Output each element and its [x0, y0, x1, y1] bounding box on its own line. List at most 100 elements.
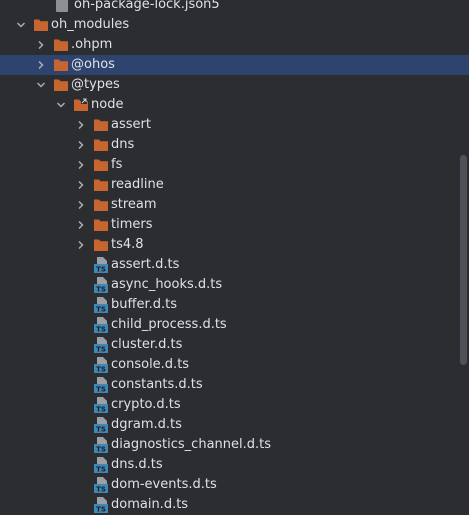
typescript-file-icon: TS — [93, 417, 109, 433]
tree-row-dom-events-d-ts[interactable]: TS dom-events.d.ts — [0, 475, 469, 495]
svg-text:TS: TS — [96, 486, 106, 494]
tree-row-label: child_process.d.ts — [111, 317, 227, 332]
typescript-file-icon: TS — [93, 437, 109, 453]
tree-row-label: oh_modules — [51, 17, 130, 32]
typescript-file-icon: TS — [93, 397, 109, 413]
chevron-down-icon[interactable] — [14, 15, 28, 35]
chevron-down-icon[interactable] — [34, 75, 48, 95]
tree-row-async-hooks-d-ts[interactable]: TS async_hooks.d.ts — [0, 275, 469, 295]
tree-row-label: node — [91, 97, 124, 112]
folder-icon — [53, 78, 69, 92]
chevron-right-icon[interactable] — [34, 55, 48, 75]
folder-icon — [93, 218, 109, 232]
tree-row-label: ts4.8 — [111, 237, 144, 252]
tree-row-label: @ohos — [71, 57, 115, 72]
folder-icon — [93, 198, 109, 212]
chevron-down-icon[interactable] — [54, 95, 68, 115]
typescript-file-icon: TS — [93, 357, 109, 373]
tree-row-buffer-d-ts[interactable]: TS buffer.d.ts — [0, 295, 469, 315]
folder-icon — [93, 118, 109, 132]
folder-icon — [93, 138, 109, 152]
typescript-file-icon: TS — [93, 257, 109, 273]
tree-row-label: cluster.d.ts — [111, 337, 183, 352]
tree-row-cluster-d-ts[interactable]: TS cluster.d.ts — [0, 335, 469, 355]
typescript-file-icon: TS — [93, 297, 109, 313]
tree-row-label: buffer.d.ts — [111, 297, 177, 312]
tree-row-console-d-ts[interactable]: TS console.d.ts — [0, 355, 469, 375]
tree-row-label: fs — [111, 157, 123, 172]
typescript-file-icon: TS — [93, 457, 109, 473]
folder-icon — [33, 18, 49, 32]
chevron-right-icon[interactable] — [34, 35, 48, 55]
tree-row-dns[interactable]: dns — [0, 135, 469, 155]
chevron-right-icon[interactable] — [74, 175, 88, 195]
folder-icon — [53, 58, 69, 72]
tree-row-label: @types — [71, 77, 120, 92]
tree-row-dgram-d-ts[interactable]: TS dgram.d.ts — [0, 415, 469, 435]
svg-text:TS: TS — [96, 506, 106, 514]
tree-row-fs[interactable]: fs — [0, 155, 469, 175]
folder-icon — [53, 38, 69, 52]
tree-row-types[interactable]: @types — [0, 75, 469, 95]
tree-row-timers[interactable]: timers — [0, 215, 469, 235]
vertical-scrollbar[interactable] — [460, 155, 467, 365]
typescript-file-icon: TS — [93, 277, 109, 293]
tree-row-label: timers — [111, 217, 153, 232]
svg-text:TS: TS — [96, 266, 106, 274]
svg-text:TS: TS — [96, 406, 106, 414]
folder-icon — [93, 158, 109, 172]
tree-row-dns-d-ts[interactable]: TS dns.d.ts — [0, 455, 469, 475]
project-tree: oh-package-lock.json5 oh_modules .ohpm @oh… — [0, 0, 469, 515]
svg-text:TS: TS — [96, 286, 106, 294]
chevron-right-icon[interactable] — [74, 215, 88, 235]
tree-row-ohos[interactable]: @ohos — [0, 55, 469, 75]
tree-row-diagnostics-channel-d-ts[interactable]: TS diagnostics_channel.d.ts — [0, 435, 469, 455]
chevron-right-icon[interactable] — [74, 195, 88, 215]
tree-row-node[interactable]: node — [0, 95, 469, 115]
tree-row-readline[interactable]: readline — [0, 175, 469, 195]
tree-row-label: async_hooks.d.ts — [111, 277, 223, 292]
tree-row-label: dns.d.ts — [111, 457, 163, 472]
tree-row-label: assert.d.ts — [111, 257, 180, 272]
tree-row-child-process-d-ts[interactable]: TS child_process.d.ts — [0, 315, 469, 335]
tree-row-label: console.d.ts — [111, 357, 190, 372]
svg-text:TS: TS — [96, 466, 106, 474]
chevron-right-icon[interactable] — [74, 115, 88, 135]
tree-row-label: .ohpm — [71, 37, 113, 52]
chevron-right-icon[interactable] — [74, 155, 88, 175]
typescript-file-icon: TS — [93, 337, 109, 353]
svg-text:TS: TS — [96, 366, 106, 374]
tree-row-label: dom-events.d.ts — [111, 477, 217, 492]
folder-icon — [93, 238, 109, 252]
tree-row-label: constants.d.ts — [111, 377, 203, 392]
chevron-right-icon[interactable] — [74, 235, 88, 255]
chevron-right-icon[interactable] — [74, 135, 88, 155]
typescript-file-icon: TS — [93, 317, 109, 333]
svg-text:TS: TS — [96, 346, 106, 354]
tree-row-oh-modules[interactable]: oh_modules — [0, 15, 469, 35]
tree-row-ohpm[interactable]: .ohpm — [0, 35, 469, 55]
svg-text:TS: TS — [96, 426, 106, 434]
svg-text:TS: TS — [96, 386, 106, 394]
tree-row-stream[interactable]: stream — [0, 195, 469, 215]
tree-row-label: domain.d.ts — [111, 497, 189, 512]
tree-row-ts4-8[interactable]: ts4.8 — [0, 235, 469, 255]
tree-row-label: readline — [111, 177, 164, 192]
tree-row-partial[interactable]: oh-package-lock.json5 — [0, 0, 469, 15]
tree-row-label: dgram.d.ts — [111, 417, 182, 432]
folder-icon — [93, 178, 109, 192]
tree-row-assert[interactable]: assert — [0, 115, 469, 135]
typescript-file-icon: TS — [93, 377, 109, 393]
typescript-file-icon: TS — [93, 477, 109, 493]
tree-row-assert-d-ts[interactable]: TS assert.d.ts — [0, 255, 469, 275]
tree-row-label: diagnostics_channel.d.ts — [111, 437, 272, 452]
json-file-icon — [54, 0, 70, 12]
tree-row-label: stream — [111, 197, 157, 212]
tree-row-constants-d-ts[interactable]: TS constants.d.ts — [0, 375, 469, 395]
tree-row-crypto-d-ts[interactable]: TS crypto.d.ts — [0, 395, 469, 415]
tree-row-domain-d-ts[interactable]: TS domain.d.ts — [0, 495, 469, 515]
linked-folder-icon — [73, 98, 89, 112]
typescript-file-icon: TS — [93, 497, 109, 513]
svg-text:TS: TS — [96, 306, 106, 314]
tree-row-label: assert — [111, 117, 151, 132]
